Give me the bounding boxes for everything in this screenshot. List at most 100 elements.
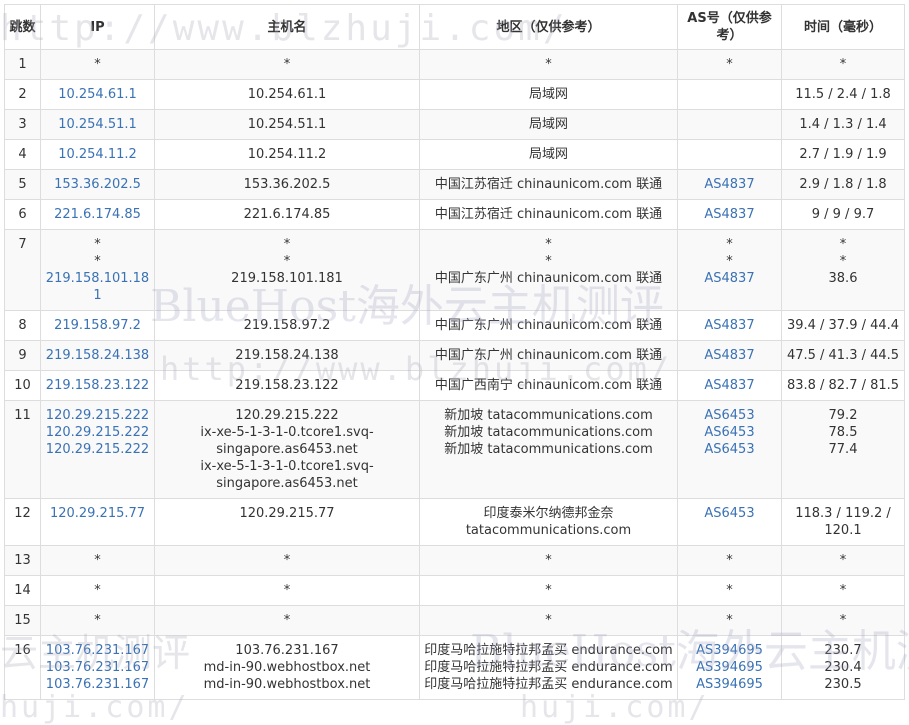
as-link[interactable]: AS4837: [681, 206, 778, 223]
cell-region: *: [419, 49, 678, 80]
header-region: 地区（仅供参考）: [419, 4, 678, 50]
table-row: 10 219.158.23.122 219.158.23.122 中国广西南宁 chi…: [4, 370, 905, 401]
cell-host: 120.29.215.222 ix-xe-5-1-3-1-0.tcore1.svq…: [154, 400, 420, 499]
table-row: 2 10.254.61.1 10.254.61.1 局域网 11.5 / 2.4 / 1…: [4, 79, 905, 110]
as-link[interactable]: AS6453: [681, 505, 778, 522]
ip-link[interactable]: 120.29.215.222: [44, 441, 151, 458]
empty-marker: *: [283, 237, 291, 252]
cell-as: AS4837: [677, 370, 782, 401]
empty-marker: *: [94, 254, 101, 269]
table-row: 13 * * * * *: [4, 545, 905, 576]
time-text: 38.6: [828, 271, 858, 286]
cell-ip: *: [40, 545, 155, 576]
ip-link[interactable]: 219.158.97.2: [44, 317, 151, 334]
cell-region: *: [419, 545, 678, 576]
as-link[interactable]: AS6453: [681, 424, 778, 441]
as-link[interactable]: AS394695: [681, 676, 778, 693]
as-link[interactable]: AS6453: [681, 441, 778, 458]
header-row: 跳数 IP 主机名 地区（仅供参考） AS号（仅供参考） 时间（毫秒）: [4, 4, 905, 50]
cell-hop: 4: [4, 139, 41, 170]
cell-region: 中国江苏宿迁 chinaunicom.com 联通: [419, 199, 678, 230]
cell-host: 221.6.174.85: [154, 199, 420, 230]
host-text: 10.254.51.1: [247, 117, 327, 132]
ip-link[interactable]: 120.29.215.77: [44, 505, 151, 522]
host-text: md-in-90.webhostbox.net: [203, 677, 371, 692]
ip-link[interactable]: 10.254.51.1: [44, 116, 151, 133]
ip-link[interactable]: 103.76.231.167: [44, 676, 151, 693]
ip-link[interactable]: 219.158.24.138: [44, 347, 151, 364]
empty-marker: *: [94, 613, 101, 628]
empty-marker: *: [94, 57, 101, 72]
table-row: 15 * * * * *: [4, 605, 905, 636]
as-link[interactable]: AS4837: [681, 270, 778, 287]
region-text: 局域网: [528, 147, 568, 162]
empty-marker: *: [545, 254, 552, 269]
cell-ip: 103.76.231.167 103.76.231.167 103.76.231.1…: [40, 635, 155, 700]
region-text: 中国广东广州 chinaunicom.com 联通: [434, 348, 663, 363]
as-link[interactable]: AS4837: [681, 377, 778, 394]
table-row: 14 * * * * *: [4, 575, 905, 606]
time-text: 79.2: [828, 408, 858, 423]
as-link[interactable]: AS394695: [681, 659, 778, 676]
ip-link[interactable]: 103.76.231.167: [44, 642, 151, 659]
cell-as: AS4837: [677, 310, 782, 341]
time-text: 39.4 / 37.9 / 44.4: [786, 318, 900, 333]
empty-marker: *: [726, 237, 733, 252]
empty-marker: *: [545, 57, 552, 72]
cell-region: *: [419, 605, 678, 636]
ip-link[interactable]: 103.76.231.167: [44, 659, 151, 676]
as-link[interactable]: AS4837: [681, 317, 778, 334]
table-row: 6 221.6.174.85 221.6.174.85 中国江苏宿迁 chinauni…: [4, 199, 905, 230]
cell-time: 79.2 78.5 77.4: [781, 400, 905, 499]
header-ip: IP: [40, 4, 155, 50]
as-link[interactable]: AS6453: [681, 407, 778, 424]
cell-as: AS394695 AS394695 AS394695: [677, 635, 782, 700]
cell-region: * * 中国广东广州 chinaunicom.com 联通: [419, 229, 678, 311]
host-text: 219.158.101.181: [231, 271, 343, 286]
cell-as: AS6453 AS6453 AS6453: [677, 400, 782, 499]
time-text: 11.5 / 2.4 / 1.8: [795, 87, 891, 102]
empty-marker: *: [839, 553, 847, 568]
empty-marker: *: [726, 57, 733, 72]
empty-marker: *: [839, 237, 847, 252]
cell-ip: 219.158.23.122: [40, 370, 155, 401]
time-text: 2.9 / 1.8 / 1.8: [799, 177, 887, 192]
table-row: 11 120.29.215.222 120.29.215.222 120.29.215…: [4, 400, 905, 499]
empty-marker: *: [726, 553, 733, 568]
ip-link[interactable]: 219.158.101.181: [44, 270, 151, 304]
table-row: 4 10.254.11.2 10.254.11.2 局域网 2.7 / 1.9 / 1.…: [4, 139, 905, 170]
cell-time: 11.5 / 2.4 / 1.8: [781, 79, 905, 110]
empty-marker: *: [545, 613, 552, 628]
ip-link[interactable]: 153.36.202.5: [44, 176, 151, 193]
ip-link[interactable]: 10.254.61.1: [44, 86, 151, 103]
host-text: 120.29.215.77: [239, 506, 335, 521]
host-text: 10.254.61.1: [247, 87, 327, 102]
ip-link[interactable]: 120.29.215.222: [44, 407, 151, 424]
cell-time: 2.7 / 1.9 / 1.9: [781, 139, 905, 170]
table-row: 5 153.36.202.5 153.36.202.5 中国江苏宿迁 chinauni…: [4, 169, 905, 200]
region-text: 局域网: [528, 87, 568, 102]
cell-time: *: [781, 605, 905, 636]
as-link[interactable]: AS394695: [681, 642, 778, 659]
empty-marker: *: [545, 583, 552, 598]
empty-marker: *: [726, 613, 733, 628]
empty-marker: *: [283, 254, 291, 269]
cell-ip: 219.158.24.138: [40, 340, 155, 371]
ip-link[interactable]: 120.29.215.222: [44, 424, 151, 441]
cell-time: *: [781, 49, 905, 80]
cell-hop: 16: [4, 635, 41, 700]
empty-marker: *: [94, 237, 101, 252]
as-link[interactable]: AS4837: [681, 176, 778, 193]
time-text: 1.4 / 1.3 / 1.4: [799, 117, 887, 132]
cell-host: 120.29.215.77: [154, 498, 420, 546]
cell-as: [677, 139, 782, 170]
cell-host: 10.254.61.1: [154, 79, 420, 110]
region-text: 印度马哈拉施特拉邦孟买 endurance.com: [424, 643, 673, 658]
ip-link[interactable]: 219.158.23.122: [44, 377, 151, 394]
ip-link[interactable]: 10.254.11.2: [44, 146, 151, 163]
cell-time: * * 38.6: [781, 229, 905, 311]
ip-link[interactable]: 221.6.174.85: [44, 206, 151, 223]
cell-host: 219.158.24.138: [154, 340, 420, 371]
as-link[interactable]: AS4837: [681, 347, 778, 364]
traceroute-table: 跳数 IP 主机名 地区（仅供参考） AS号（仅供参考） 时间（毫秒） 1 * * *…: [4, 4, 905, 700]
